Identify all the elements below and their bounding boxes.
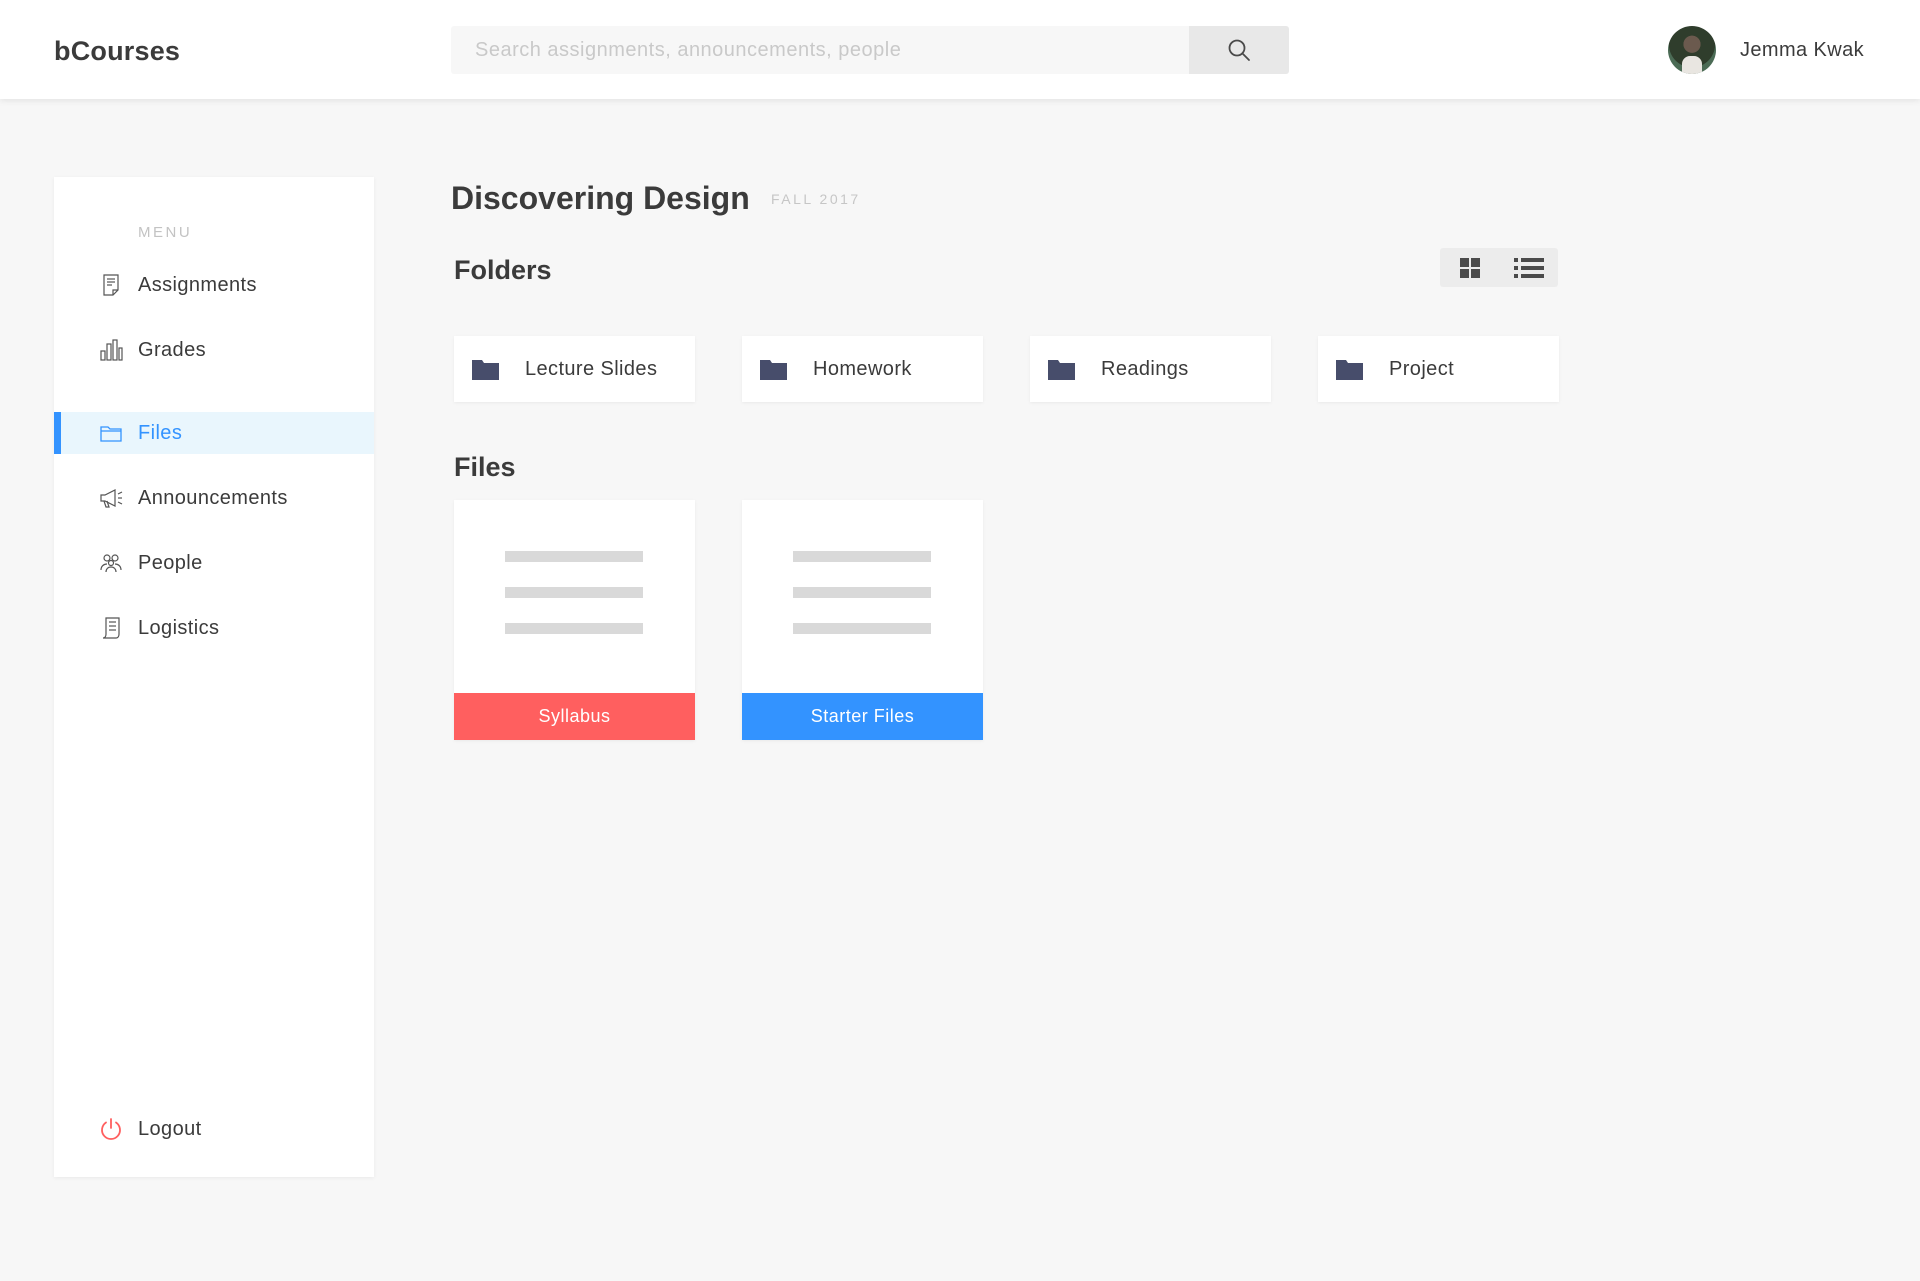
file-card[interactable]: Starter Files [742,500,983,740]
file-preview-line [505,623,643,634]
search-input[interactable] [451,26,1189,74]
user-menu[interactable]: Jemma Kwak [1668,26,1864,74]
folder-label: Homework [813,358,912,380]
logout-button[interactable]: Logout [54,1108,374,1150]
sidebar-item-announcements[interactable]: Announcements [54,477,374,519]
folder-card[interactable]: Project [1318,336,1559,402]
sidebar-item-logistics[interactable]: Logistics [54,607,374,649]
file-preview-line [793,623,931,634]
avatar[interactable] [1668,26,1716,74]
folders-heading: Folders [454,255,552,285]
folder-card[interactable]: Readings [1030,336,1271,402]
file-label: Starter Files [742,693,983,740]
people-icon [100,554,122,573]
top-bar: bCourses Jemma Kwak [0,0,1920,99]
folder-label: Readings [1101,358,1189,380]
file-preview-line [793,587,931,598]
grid-view-button[interactable] [1440,248,1499,287]
search-bar [451,26,1289,74]
sidebar-item-people[interactable]: People [54,542,374,584]
sidebar-item-grades[interactable]: Grades [54,329,374,371]
folder-card[interactable]: Homework [742,336,983,402]
folder-icon [472,360,499,380]
view-toggle [1440,248,1558,287]
file-label: Syllabus [454,693,695,740]
folder-card[interactable]: Lecture Slides [454,336,695,402]
folder-label: Project [1389,358,1455,380]
folder-icon [1048,360,1075,380]
file-preview-line [505,551,643,562]
folder-label: Lecture Slides [525,358,658,380]
file-preview-line [505,587,643,598]
files-heading: Files [454,452,516,482]
assignment-icon [103,274,119,296]
logout-label: Logout [138,1117,202,1140]
power-icon [101,1118,121,1140]
sidebar-item-label: Assignments [138,273,257,296]
folder-outline-icon [100,426,122,442]
megaphone-icon [100,489,123,508]
sidebar-item-label: Announcements [138,486,288,509]
sidebar: MENU Assignments Grades Files Announceme… [54,177,374,1177]
sidebar-item-label: Logistics [138,616,220,639]
app-logo[interactable]: bCourses [54,36,180,67]
folder-icon [760,360,787,380]
list-icon [1513,257,1544,278]
user-name[interactable]: Jemma Kwak [1740,39,1864,62]
search-icon [1228,39,1250,61]
page-title: Discovering Design [451,180,750,216]
document-icon [102,617,120,639]
grid-icon [1459,257,1480,278]
folder-icon [1336,360,1363,380]
list-view-button[interactable] [1499,248,1558,287]
sidebar-item-label: People [138,551,203,574]
search-button[interactable] [1189,26,1289,74]
sidebar-item-files[interactable]: Files [54,412,374,454]
sidebar-item-label: Grades [138,338,206,361]
course-term: FALL 2017 [771,191,861,207]
menu-title: MENU [138,224,193,241]
sidebar-item-assignments[interactable]: Assignments [54,264,374,306]
file-card[interactable]: Syllabus [454,500,695,740]
bar-chart-icon [100,339,123,361]
sidebar-item-label: Files [138,421,183,444]
file-preview-line [793,551,931,562]
